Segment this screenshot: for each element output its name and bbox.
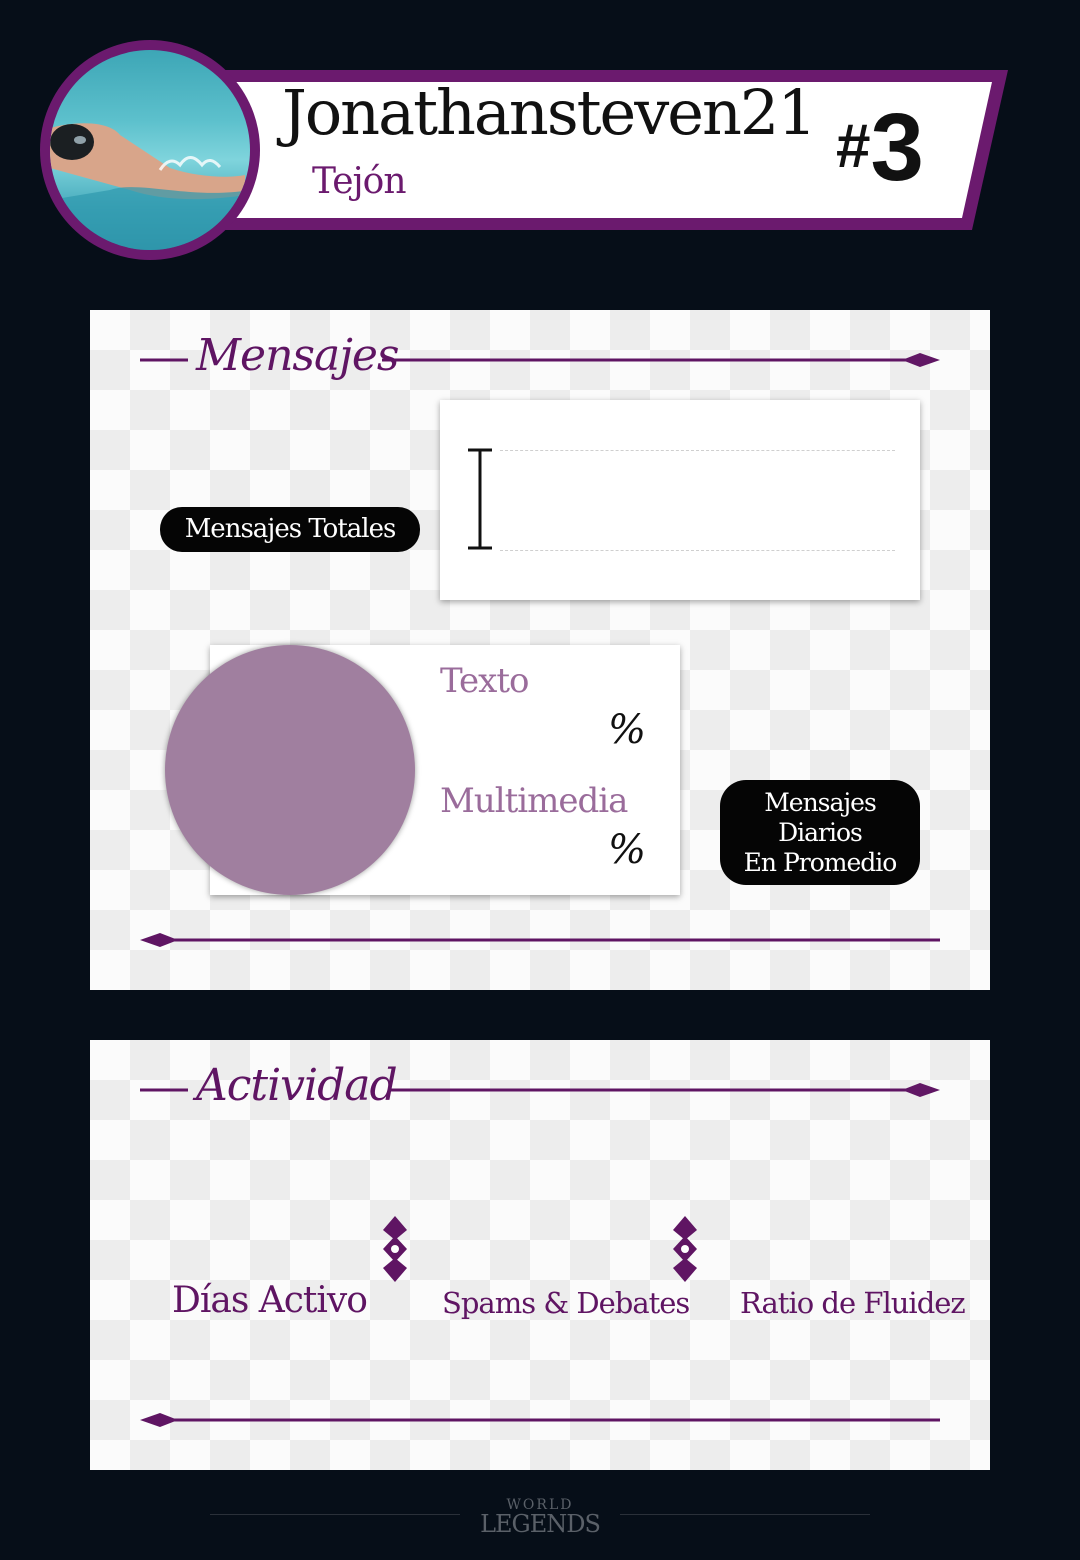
multimedia-label: Multimedia <box>440 781 628 821</box>
content-pie-chart <box>165 645 415 895</box>
footer-line-right <box>620 1514 870 1515</box>
ratio-fluidez-label: Ratio de Fluidez <box>740 1286 966 1320</box>
text-cursor-icon <box>468 448 492 550</box>
profile-banner: Jonathansteven21 Tejón #3 <box>0 0 1080 300</box>
dias-activo-label: Días Activo <box>172 1280 368 1321</box>
mensajes-diarios-label: Mensajes Diarios En Promedio <box>720 780 920 885</box>
world-legends-logo: WORLD LEGENDS <box>480 1498 601 1538</box>
username: Jonathansteven21 <box>282 76 817 149</box>
section-title-actividad: Actividad <box>196 1060 398 1111</box>
diarios-line-1: Mensajes <box>764 788 877 817</box>
mensajes-totales-box <box>440 400 920 600</box>
fleur-divider-icon <box>383 1216 407 1282</box>
user-title: Tejón <box>312 161 407 202</box>
dashed-line-top <box>500 450 895 451</box>
bottom-rule <box>140 1413 940 1427</box>
diarios-line-2: Diarios <box>778 818 863 847</box>
fleur-divider-icon <box>673 1216 697 1282</box>
texto-percent: % <box>608 707 647 753</box>
footer-line-left <box>210 1514 460 1515</box>
multimedia-percent: % <box>608 827 647 873</box>
texto-label: Texto <box>440 661 529 701</box>
rank-badge: #3 <box>836 100 924 196</box>
spams-debates-label: Spams & Debates <box>442 1286 690 1320</box>
logo-bottom-text: LEGENDS <box>480 1510 601 1538</box>
section-title-mensajes: Mensajes <box>196 330 400 381</box>
rank-hash: # <box>836 112 871 181</box>
dashed-line-bottom <box>500 550 895 551</box>
rank-number: 3 <box>870 94 924 201</box>
bottom-rule <box>140 933 940 947</box>
mensajes-totales-label: Mensajes Totales <box>160 507 420 552</box>
swimmer-image <box>50 123 250 250</box>
avatar <box>40 40 260 260</box>
diarios-line-3: En Promedio <box>743 848 898 877</box>
mensajes-card: Mensajes Mensajes Totales Texto % Multim… <box>90 310 990 990</box>
actividad-card: Actividad Días Activo Spams & Debates Ra… <box>90 1040 990 1470</box>
avatar-photo <box>50 50 250 250</box>
